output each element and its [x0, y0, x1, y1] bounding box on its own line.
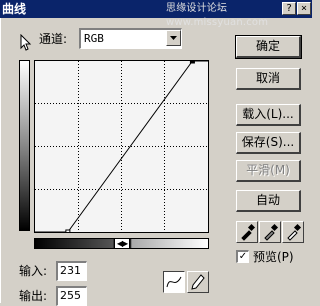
check-icon: ✓	[238, 251, 248, 262]
channel-value: RGB	[84, 32, 104, 45]
input-label: 输入:	[19, 264, 48, 278]
curve-control-point[interactable]	[65, 229, 71, 235]
input-gradient-bar: ◀▶	[34, 238, 209, 249]
preview-checkbox[interactable]: ✓	[236, 250, 249, 263]
output-gradient-bar	[19, 60, 30, 231]
curve-tool-button[interactable]	[163, 271, 185, 293]
output-label: 输出:	[19, 289, 48, 303]
output-field[interactable]: 255	[56, 286, 87, 306]
smooth-button[interactable]: 平滑(M)	[236, 160, 301, 182]
eyedropper-white-icon	[287, 223, 302, 241]
channel-label: 通道:	[39, 32, 68, 46]
save-button[interactable]: 保存(S)...	[236, 132, 301, 154]
gray-eyedropper-button[interactable]	[259, 221, 281, 243]
title-bar: 曲线 思缘设计论坛 www.missyuan.com ? ×	[0, 0, 312, 28]
cancel-button[interactable]: 取消	[236, 68, 301, 90]
black-eyedropper-button[interactable]	[236, 221, 258, 243]
gradient-toggle-icon[interactable]: ◀▶	[114, 238, 130, 249]
window-title: 曲线	[2, 2, 27, 16]
curve-graph[interactable]	[34, 58, 209, 235]
hand-pointer-icon	[20, 34, 32, 51]
pencil-tool-icon	[191, 274, 205, 290]
auto-button[interactable]: 自动	[236, 190, 301, 212]
ok-button[interactable]: 确定	[235, 35, 302, 59]
load-button[interactable]: 载入(L)...	[236, 104, 301, 126]
eyedropper-gray-icon	[264, 223, 279, 241]
curve-canvas[interactable]	[35, 58, 208, 235]
input-field[interactable]: 231	[56, 261, 87, 281]
eyedropper-black-icon	[241, 223, 256, 241]
curve-tool-icon	[166, 276, 182, 288]
help-button[interactable]: ?	[282, 2, 296, 15]
close-button[interactable]: ×	[297, 2, 311, 15]
white-eyedropper-button[interactable]	[282, 221, 304, 243]
curve-control-point[interactable]	[189, 58, 195, 64]
preview-label[interactable]: 预览(P)	[253, 250, 294, 264]
channel-select[interactable]: RGB	[79, 28, 182, 49]
pencil-tool-button[interactable]	[187, 271, 209, 293]
chevron-down-icon[interactable]	[166, 30, 181, 46]
